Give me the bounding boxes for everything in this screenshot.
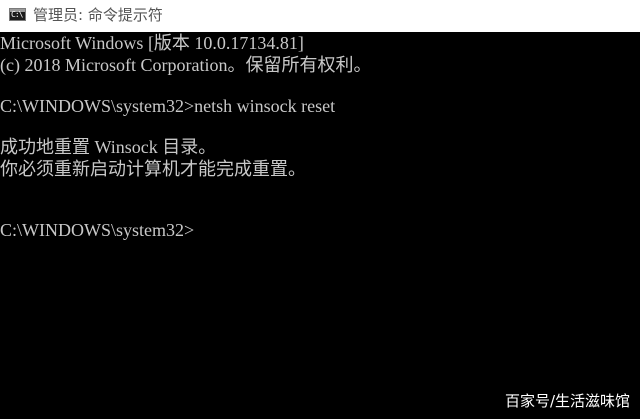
console-line-command: C:\WINDOWS\system32>netsh winsock reset bbox=[0, 96, 336, 116]
watermark-text: 百家号/生活滋味馆 bbox=[504, 392, 630, 410]
title-bar[interactable]: C:\ 管理员: 命令提示符 bbox=[0, 0, 640, 32]
console-line-restart-notice: 你必须重新启动计算机才能完成重置。 bbox=[0, 159, 306, 179]
console-line-prompt: C:\WINDOWS\system32> bbox=[0, 220, 195, 240]
window-title: 管理员: 命令提示符 bbox=[33, 6, 163, 24]
console-output[interactable]: Microsoft Windows [版本 10.0.17134.81] (c)… bbox=[0, 32, 640, 419]
cmd-console-icon: C:\ bbox=[9, 8, 26, 21]
icon-prompt-glyph: C:\ bbox=[11, 10, 23, 19]
console-line-copyright: (c) 2018 Microsoft Corporation。保留所有权利。 bbox=[0, 55, 372, 75]
command-prompt-window: C:\ 管理员: 命令提示符 Microsoft Windows [版本 10.… bbox=[0, 0, 640, 419]
console-line-version: Microsoft Windows [版本 10.0.17134.81] bbox=[0, 33, 304, 53]
console-line-result: 成功地重置 Winsock 目录。 bbox=[0, 137, 217, 157]
